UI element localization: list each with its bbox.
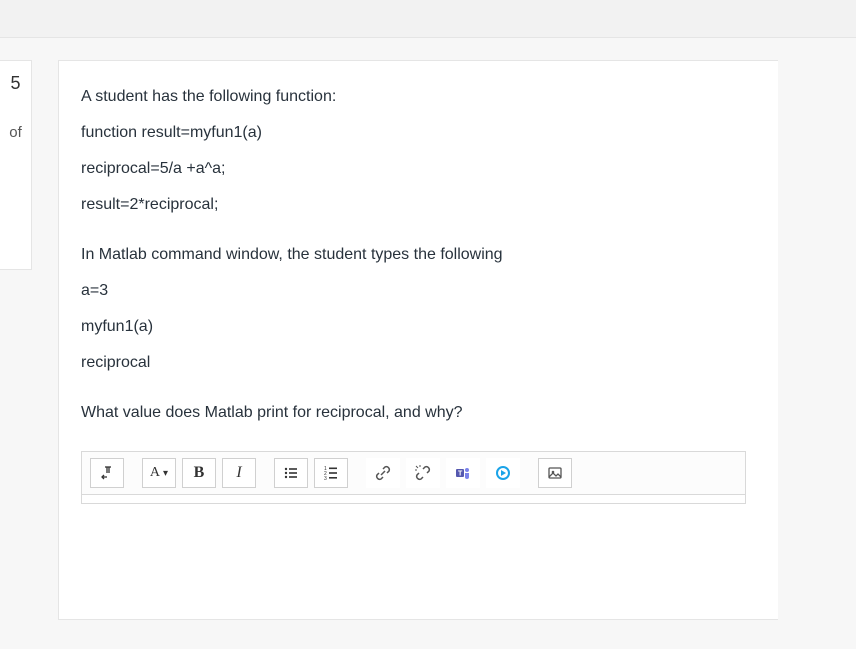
unlink-icon [415, 465, 431, 481]
svg-text:T: T [458, 471, 463, 478]
record-icon [495, 465, 511, 481]
numbered-list-icon: 1 2 3 [323, 465, 339, 481]
of-label: of [0, 124, 31, 141]
font-style-button[interactable]: A ▾ [142, 458, 176, 488]
command-line-2: myfun1(a) [81, 315, 746, 339]
link-icon [375, 465, 391, 481]
record-button[interactable] [486, 458, 520, 488]
image-icon [547, 465, 563, 481]
chevron-down-icon: ▾ [163, 468, 168, 479]
italic-icon-label: I [236, 464, 241, 482]
answer-editor: A ▾ B I 1 2 3 [81, 451, 746, 504]
paragraph-direction-button[interactable] [90, 458, 124, 488]
page-header-strip [0, 0, 856, 38]
code-line-3: result=2*reciprocal; [81, 193, 746, 217]
link-button[interactable] [366, 458, 400, 488]
insert-image-button[interactable] [538, 458, 572, 488]
editor-toolbar: A ▾ B I 1 2 3 [82, 452, 745, 495]
bold-icon-label: B [194, 464, 205, 482]
question-panel: A student has the following function: fu… [58, 60, 778, 620]
command-line-3: reciprocal [81, 351, 746, 375]
teams-button[interactable]: T [446, 458, 480, 488]
question-sidebar: 5 of [0, 60, 32, 270]
italic-button[interactable]: I [222, 458, 256, 488]
unlink-button[interactable] [406, 458, 440, 488]
command-intro: In Matlab command window, the student ty… [81, 243, 746, 267]
question-intro: A student has the following function: [81, 85, 746, 109]
font-icon-label: A [150, 465, 160, 481]
bullet-list-button[interactable] [274, 458, 308, 488]
svg-text:3: 3 [324, 476, 327, 481]
numbered-list-button[interactable]: 1 2 3 [314, 458, 348, 488]
command-line-1: a=3 [81, 279, 746, 303]
code-line-1: function result=myfun1(a) [81, 121, 746, 145]
teams-icon: T [455, 465, 471, 481]
question-number: 5 [0, 61, 31, 124]
paragraph-icon [99, 465, 115, 481]
bullet-list-icon [283, 465, 299, 481]
question-text-block: A student has the following function: fu… [81, 85, 746, 425]
question-prompt: What value does Matlab print for recipro… [81, 401, 746, 425]
editor-content-area[interactable] [82, 495, 745, 503]
bold-button[interactable]: B [182, 458, 216, 488]
code-line-2: reciprocal=5/a +a^a; [81, 157, 746, 181]
